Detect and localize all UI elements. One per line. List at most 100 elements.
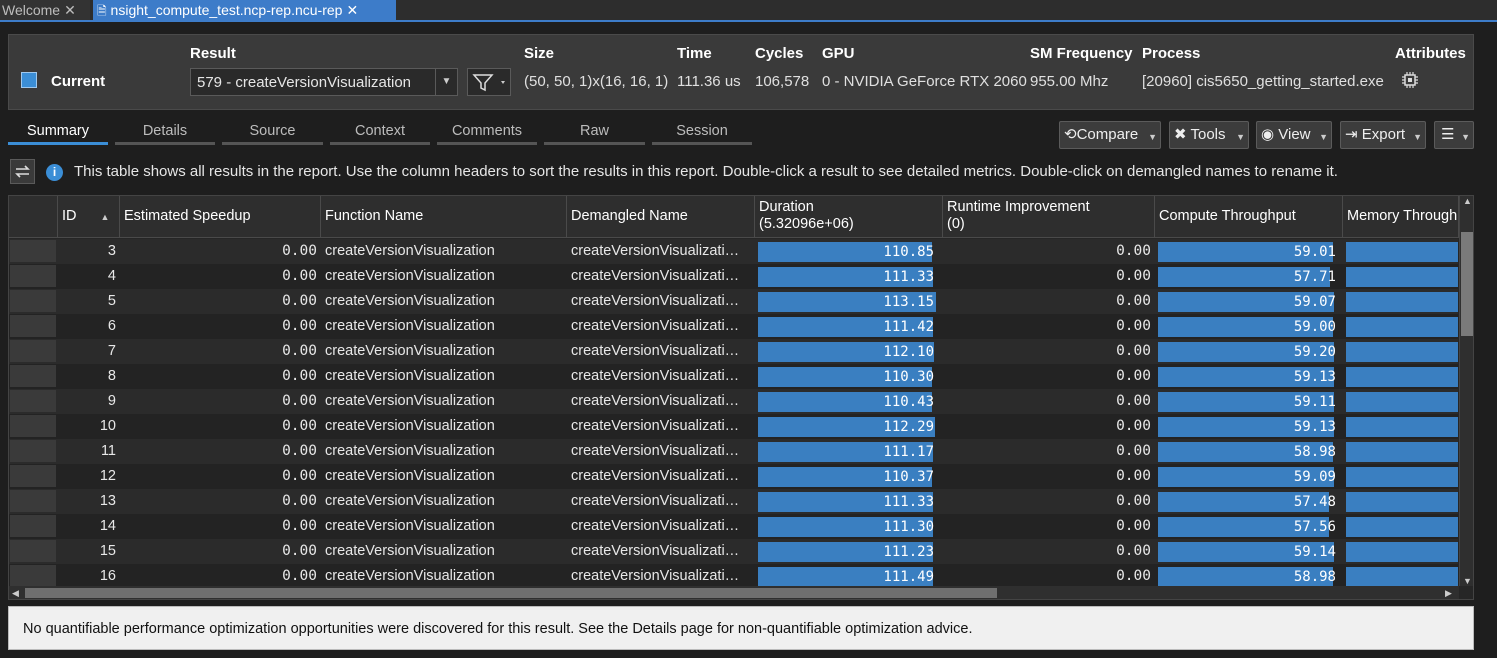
table-row[interactable]: 11 0.00 createVersionVisualization createVe…: [9, 439, 1458, 464]
close-icon[interactable]: ✕: [64, 2, 76, 18]
cell-demangled: createVersionVisualizati…: [571, 418, 740, 434]
table-row[interactable]: 12 0.00 createVersionVisualization createVe…: [9, 464, 1458, 489]
column-header-duration[interactable]: Duration (5.32096e+06): [755, 196, 943, 238]
compute-bar-cell: 59.09: [1158, 467, 1340, 487]
cell-id: 14: [99, 518, 116, 534]
cell-duration: 112.29: [883, 419, 934, 435]
chevron-down-icon[interactable]: ▼: [435, 69, 457, 95]
scroll-right-icon[interactable]: ▶: [1445, 586, 1452, 599]
duration-header-label: Duration: [759, 199, 814, 215]
cell-demangled: createVersionVisualizati…: [571, 543, 740, 559]
table-row[interactable]: 14 0.00 createVersionVisualization createVe…: [9, 514, 1458, 539]
cell-runtime: 0.00: [1116, 543, 1151, 559]
tab-report[interactable]: 🗎 nsight_compute_test.ncp-rep.ncu-rep ✕: [93, 0, 396, 20]
tab-session[interactable]: Session: [652, 123, 752, 145]
cell-id: 3: [107, 243, 116, 259]
memory-bar: [1346, 467, 1458, 487]
chip-icon[interactable]: [1401, 71, 1419, 89]
table-row[interactable]: 6 0.00 createVersionVisualization createVer…: [9, 314, 1458, 339]
cell-compute: 59.14: [1293, 544, 1336, 560]
cell-function: createVersionVisualization: [325, 343, 495, 359]
row-header[interactable]: [10, 490, 56, 512]
menu-button[interactable]: ☰ ▼: [1434, 121, 1474, 149]
swap-button[interactable]: [10, 159, 35, 184]
memory-bar: [1346, 342, 1458, 362]
row-header[interactable]: [10, 390, 56, 412]
cell-function: createVersionVisualization: [325, 293, 495, 309]
compute-bar-cell: 59.13: [1158, 417, 1340, 437]
result-column-label: Result: [190, 45, 236, 62]
compute-bar-cell: 58.98: [1158, 567, 1340, 586]
export-button[interactable]: ⇥ Export ▼: [1340, 121, 1426, 149]
column-header-memory[interactable]: Memory Through: [1343, 196, 1459, 238]
horizontal-scroll-thumb[interactable]: [25, 588, 997, 598]
column-header-runtime[interactable]: Runtime Improvement (0): [943, 196, 1155, 238]
row-header[interactable]: [10, 315, 56, 337]
view-button[interactable]: ◉ View ▼: [1256, 121, 1332, 149]
row-header[interactable]: [10, 540, 56, 562]
table-row[interactable]: 9 0.00 createVersionVisualization createVer…: [9, 389, 1458, 414]
cell-duration: 111.42: [883, 319, 934, 335]
column-header-compute[interactable]: Compute Throughput: [1155, 196, 1343, 238]
row-header[interactable]: [10, 465, 56, 487]
table-row[interactable]: 16 0.00 createVersionVisualization createVe…: [9, 564, 1458, 586]
tab-welcome[interactable]: Welcome ✕: [0, 0, 90, 20]
vertical-scroll-thumb[interactable]: [1461, 232, 1473, 336]
row-header[interactable]: [10, 440, 56, 462]
cell-demangled: createVersionVisualizati…: [571, 518, 740, 534]
column-header-function[interactable]: Function Name: [321, 196, 567, 238]
column-header-speedup[interactable]: Estimated Speedup: [120, 196, 321, 238]
sm-frequency-column-label: SM Frequency: [1030, 45, 1133, 62]
cell-demangled: createVersionVisualizati…: [571, 268, 740, 284]
cell-speedup: 0.00: [282, 368, 317, 384]
cell-id: 8: [107, 368, 116, 384]
row-header[interactable]: [10, 365, 56, 387]
cell-duration: 113.15: [883, 294, 934, 310]
duration-bar-cell: 110.85: [758, 242, 938, 262]
tab-source[interactable]: Source: [222, 123, 323, 145]
table-row[interactable]: 3 0.00 createVersionVisualization createVer…: [9, 239, 1458, 264]
tools-icon: ✖: [1174, 126, 1187, 143]
row-header[interactable]: [10, 515, 56, 537]
column-header-demangled[interactable]: Demangled Name: [567, 196, 755, 238]
close-icon[interactable]: ✕: [346, 2, 358, 18]
cell-duration: 111.49: [883, 569, 934, 585]
time-value: 111.36 us: [677, 73, 741, 90]
tab-details[interactable]: Details: [115, 123, 215, 145]
tab-summary[interactable]: Summary: [8, 123, 108, 145]
result-select[interactable]: 579 - createVersionVisualization ▼: [190, 68, 458, 96]
current-color-swatch[interactable]: [21, 72, 37, 88]
table-row[interactable]: 15 0.00 createVersionVisualization createVe…: [9, 539, 1458, 564]
column-header-id[interactable]: ID ▲: [58, 196, 120, 238]
table-row[interactable]: 8 0.00 createVersionVisualization createVer…: [9, 364, 1458, 389]
runtime-header-total: (0): [947, 216, 965, 232]
row-header[interactable]: [10, 240, 56, 262]
tab-context[interactable]: Context: [330, 123, 430, 145]
row-header[interactable]: [10, 415, 56, 437]
duration-bar-cell: 111.42: [758, 317, 938, 337]
compute-bar-cell: 59.01: [1158, 242, 1340, 262]
table-row[interactable]: 4 0.00 createVersionVisualization createVer…: [9, 264, 1458, 289]
table-row[interactable]: 13 0.00 createVersionVisualization createVe…: [9, 489, 1458, 514]
scroll-up-icon[interactable]: ▲: [1460, 196, 1473, 210]
duration-bar-cell: 110.37: [758, 467, 938, 487]
scroll-left-icon[interactable]: ◀: [12, 586, 19, 599]
row-header[interactable]: [10, 265, 56, 287]
table-row[interactable]: 7 0.00 createVersionVisualization createVer…: [9, 339, 1458, 364]
scroll-down-icon[interactable]: ▼: [1460, 576, 1473, 586]
cell-function: createVersionVisualization: [325, 318, 495, 334]
row-header[interactable]: [10, 340, 56, 362]
row-header[interactable]: [10, 565, 56, 586]
gpu-value: 0 - NVIDIA GeForce RTX 2060: [822, 73, 1027, 90]
row-header[interactable]: [10, 290, 56, 312]
compare-icon: ⟲: [1064, 126, 1077, 143]
compute-bar-cell: 58.98: [1158, 442, 1340, 462]
table-row[interactable]: 10 0.00 createVersionVisualization createVe…: [9, 414, 1458, 439]
tools-button[interactable]: ✖ Tools ▼: [1169, 121, 1249, 149]
duration-bar-cell: 112.29: [758, 417, 938, 437]
tab-comments[interactable]: Comments: [437, 123, 537, 145]
tab-raw[interactable]: Raw: [544, 123, 645, 145]
table-row[interactable]: 5 0.00 createVersionVisualization createVer…: [9, 289, 1458, 314]
filter-button[interactable]: [467, 68, 511, 96]
compare-button[interactable]: ⟲Compare ▼: [1059, 121, 1161, 149]
